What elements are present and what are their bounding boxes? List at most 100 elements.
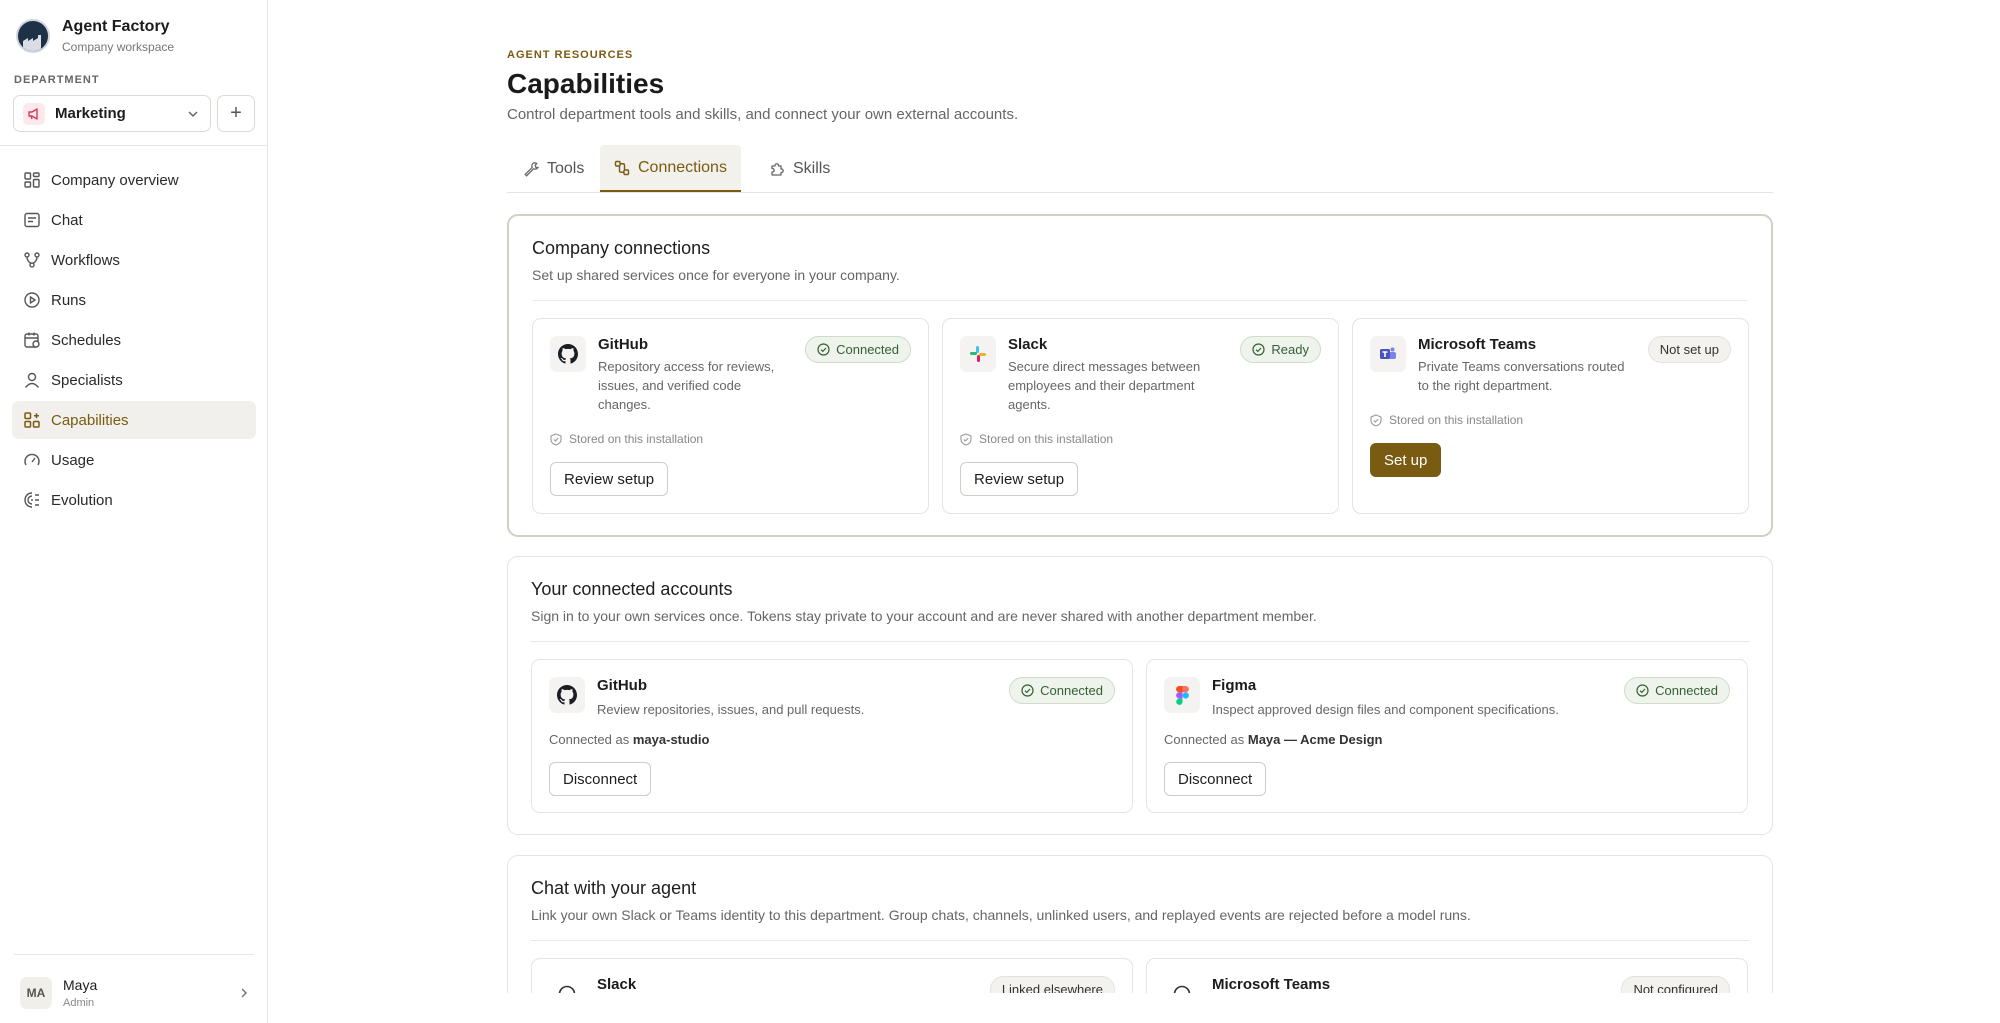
slack-company-card: Slack Secure direct messages between emp… [942, 318, 1339, 514]
section-subtitle: Set up shared services once for everyone… [532, 267, 900, 283]
section-subtitle: Link your own Slack or Teams identity to… [531, 907, 1471, 923]
factory-logo-icon [16, 19, 50, 53]
grid-icon [24, 172, 40, 188]
sidebar-item-chat[interactable]: Chat [12, 201, 256, 239]
tab-label: Skills [793, 159, 831, 177]
sidebar-nav: Company overview Chat Workflows Runs Sch… [12, 161, 256, 521]
storage-note: Stored on this installation [960, 432, 1113, 446]
connected-account: maya-studio [632, 732, 710, 747]
storage-note: Stored on this installation [550, 432, 703, 446]
review-setup-button[interactable]: Review setup [960, 462, 1079, 496]
github-company-card: GitHub Repository access for reviews, is… [532, 318, 929, 514]
storage-note: Stored on this installation [1370, 413, 1523, 427]
sidebar-item-label: Runs [51, 291, 87, 309]
user-role: Admin [63, 997, 95, 1009]
status-text: Connected [836, 342, 899, 357]
status-badge: Connected [1624, 677, 1730, 704]
chat-icon [24, 212, 40, 228]
shield-check-icon [550, 432, 562, 446]
divider [14, 954, 254, 955]
megaphone-icon [23, 102, 45, 125]
sidebar-item-label: Schedules [51, 331, 122, 349]
page-eyebrow: AGENT RESOURCES [507, 49, 634, 61]
divider [531, 940, 1749, 941]
wrench-icon [524, 161, 539, 177]
tab-skills[interactable]: Skills [755, 145, 844, 192]
check-circle-icon [817, 343, 830, 356]
brand[interactable]: Agent Factory Company workspace [0, 0, 267, 72]
sidebar-item-runs[interactable]: Runs [12, 281, 256, 319]
page-subtitle: Control department tools and skills, and… [507, 106, 1019, 123]
connected-as: Connected as Maya — Acme Design [1164, 732, 1382, 747]
chevron-right-icon [241, 988, 248, 998]
sidebar-item-workflows[interactable]: Workflows [12, 241, 256, 279]
company-connections-section: Company connections Set up shared servic… [507, 214, 1773, 537]
storage-note-text: Stored on this installation [979, 432, 1114, 446]
teams-chat-card: Microsoft Teams Not configured [1146, 958, 1748, 993]
card-name: Figma [1212, 677, 1257, 694]
card-name: GitHub [598, 336, 648, 353]
connections-icon [614, 160, 630, 175]
workflow-icon [24, 252, 40, 268]
gauge-icon [24, 453, 40, 466]
check-circle-icon [1636, 684, 1649, 697]
card-name: GitHub [597, 677, 647, 694]
sidebar-item-label: Chat [51, 211, 83, 229]
check-circle-icon [1021, 684, 1034, 697]
disconnect-button[interactable]: Disconnect [549, 762, 652, 796]
department-name: Marketing [55, 105, 126, 122]
status-badge: Connected [805, 336, 911, 363]
github-icon [549, 677, 585, 713]
figma-icon [1164, 677, 1200, 713]
blocks-icon [24, 412, 40, 428]
sidebar-item-usage[interactable]: Usage [12, 441, 256, 479]
department-label: DEPARTMENT [14, 74, 100, 86]
tab-bar: Tools Connections Skills [507, 145, 1773, 193]
sidebar-item-label: Capabilities [51, 411, 129, 429]
review-setup-button[interactable]: Review setup [550, 462, 669, 496]
status-text: Not set up [1659, 342, 1719, 357]
status-badge: Ready [1240, 336, 1321, 363]
chevron-down-icon [188, 110, 198, 117]
tab-connections[interactable]: Connections [600, 145, 741, 192]
connected-accounts-section: Your connected accounts Sign in to your … [507, 556, 1773, 835]
sidebar-item-label: Company overview [51, 171, 179, 189]
status-text: Ready [1271, 342, 1309, 357]
sidebar-item-company-overview[interactable]: Company overview [12, 161, 256, 199]
connected-as-label: Connected as [1164, 732, 1245, 747]
sidebar-item-specialists[interactable]: Specialists [12, 361, 256, 399]
divider [532, 300, 1748, 301]
status-text: Linked elsewhere [1001, 982, 1103, 993]
status-text: Connected [1655, 683, 1718, 698]
card-description: Inspect approved design files and compon… [1212, 702, 1559, 717]
add-department-button[interactable]: + [217, 95, 255, 132]
user-menu[interactable]: MA Maya Admin [20, 973, 250, 1013]
shield-check-icon [1370, 413, 1382, 427]
disconnect-button[interactable]: Disconnect [1164, 762, 1267, 796]
sidebar-item-schedules[interactable]: Schedules [12, 321, 256, 359]
teams-company-card: Microsoft Teams Private Teams conversati… [1352, 318, 1749, 514]
card-name: Microsoft Teams [1212, 976, 1331, 993]
card-description: Review repositories, issues, and pull re… [597, 702, 865, 717]
tab-tools[interactable]: Tools [509, 145, 598, 192]
sidebar-item-evolution[interactable]: Evolution [12, 481, 256, 519]
status-badge: Not configured [1621, 976, 1730, 993]
shield-check-icon [960, 432, 972, 446]
github-account-card: GitHub Review repositories, issues, and … [531, 659, 1133, 813]
sidebar-item-label: Workflows [51, 251, 120, 269]
sidebar-item-capabilities[interactable]: Capabilities [12, 401, 256, 439]
set-up-button[interactable]: Set up [1370, 443, 1442, 477]
connected-account: Maya — Acme Design [1247, 732, 1383, 747]
department-select[interactable]: Marketing [13, 95, 211, 132]
section-title: Company connections [532, 238, 711, 258]
storage-note-text: Stored on this installation [1389, 413, 1524, 427]
card-name: Slack [1008, 336, 1048, 353]
slack-chat-card: Slack Linked elsewhere [531, 958, 1133, 993]
check-circle-icon [1252, 343, 1266, 356]
status-text: Connected [1040, 683, 1103, 698]
figma-account-card: Figma Inspect approved design files and … [1146, 659, 1748, 813]
status-badge: Not set up [1647, 336, 1731, 363]
status-text: Not configured [1633, 982, 1718, 993]
card-description: Private Teams conversations routed to th… [1418, 359, 1625, 393]
github-icon [550, 336, 586, 372]
